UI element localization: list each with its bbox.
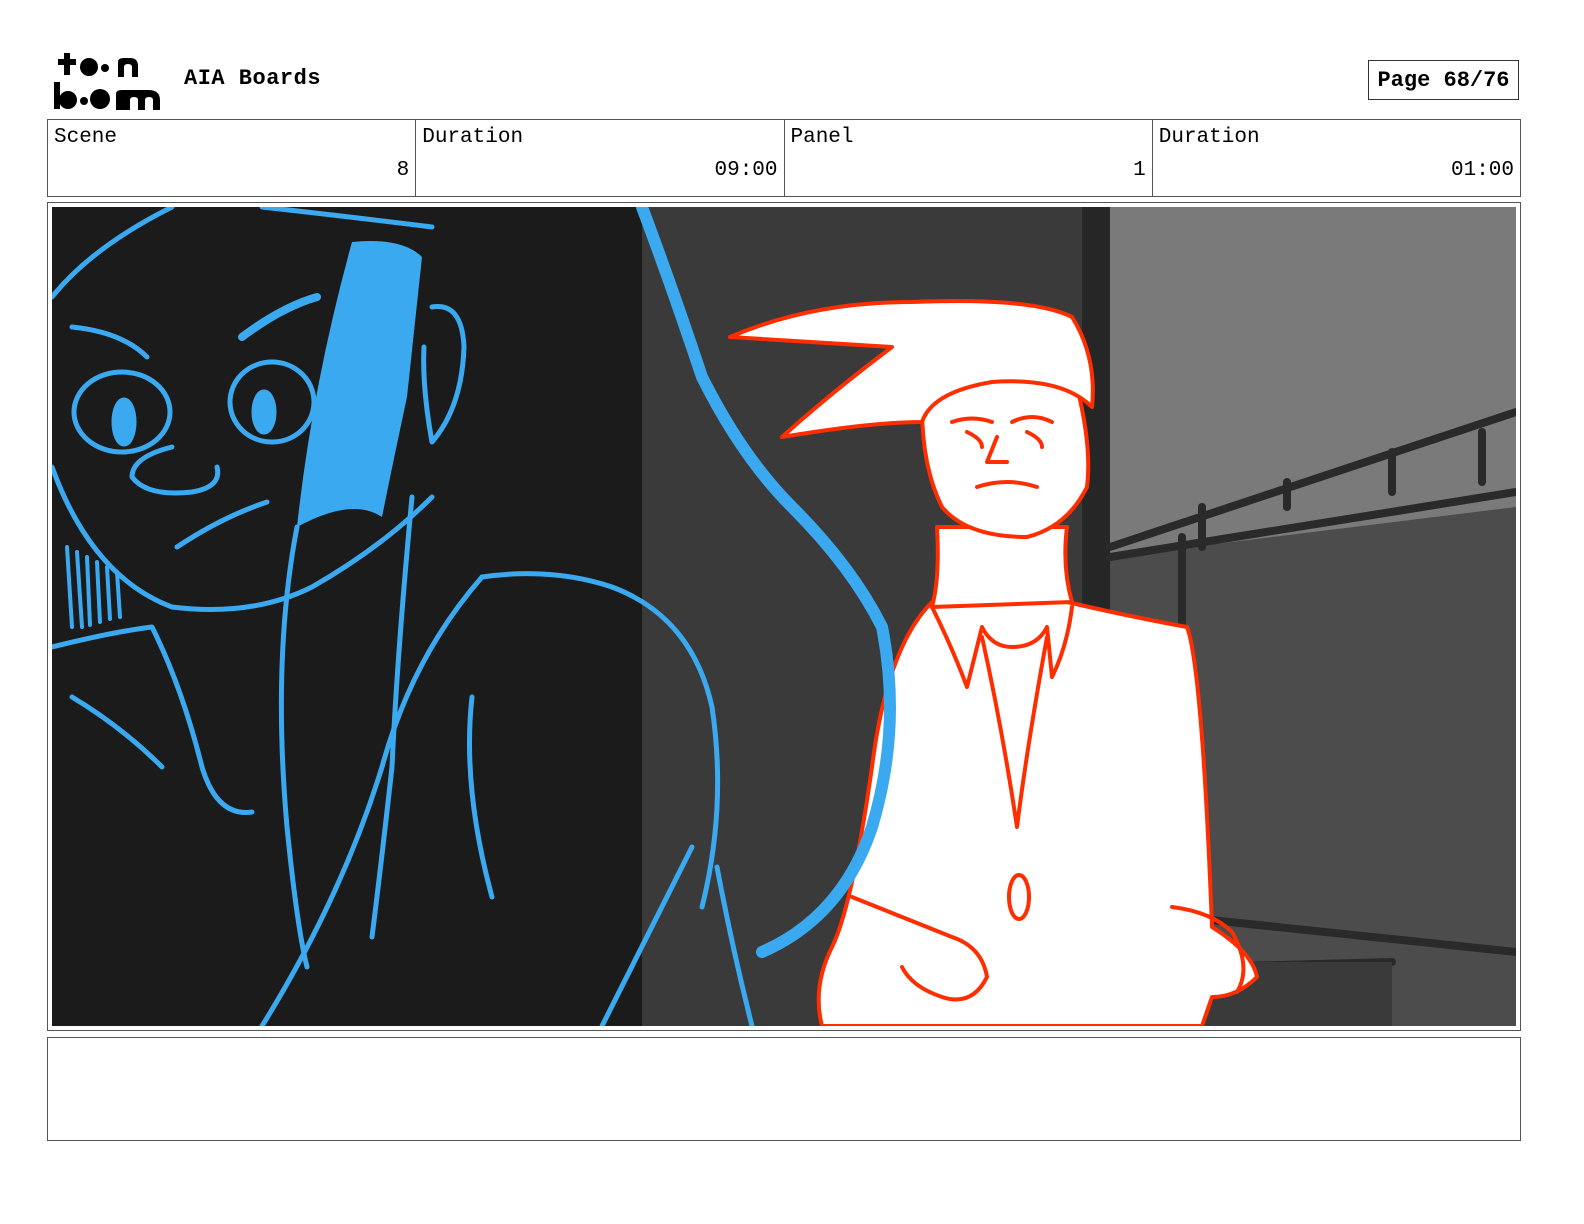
scene-duration-value: 09:00 — [714, 159, 778, 182]
page-number: Page 68/76 — [1368, 60, 1519, 100]
scene-cell: Scene 8 — [48, 120, 417, 196]
storyboard-panel-image — [52, 207, 1516, 1026]
logo-mark — [54, 53, 160, 110]
toon-boom-logo — [52, 50, 164, 112]
panel-notes — [47, 1037, 1521, 1141]
panel-value: 1 — [1133, 159, 1146, 182]
panel-duration-label: Duration — [1158, 126, 1260, 149]
scene-duration-label: Duration — [422, 126, 524, 149]
scene-label: Scene — [54, 126, 118, 149]
panel-duration-value: 01:00 — [1450, 159, 1514, 182]
info-table: Scene 8 Duration 09:00 Panel 1 Duration … — [47, 119, 1521, 197]
panel-label: Panel — [790, 126, 854, 149]
project-title: AIA Boards — [184, 66, 322, 91]
storyboard-panel-frame — [47, 202, 1521, 1031]
panel-duration-cell: Duration 01:00 — [1153, 120, 1520, 196]
scene-duration-cell: Duration 09:00 — [416, 120, 785, 196]
scene-value: 8 — [396, 159, 410, 182]
panel-cell: Panel 1 — [785, 120, 1153, 196]
